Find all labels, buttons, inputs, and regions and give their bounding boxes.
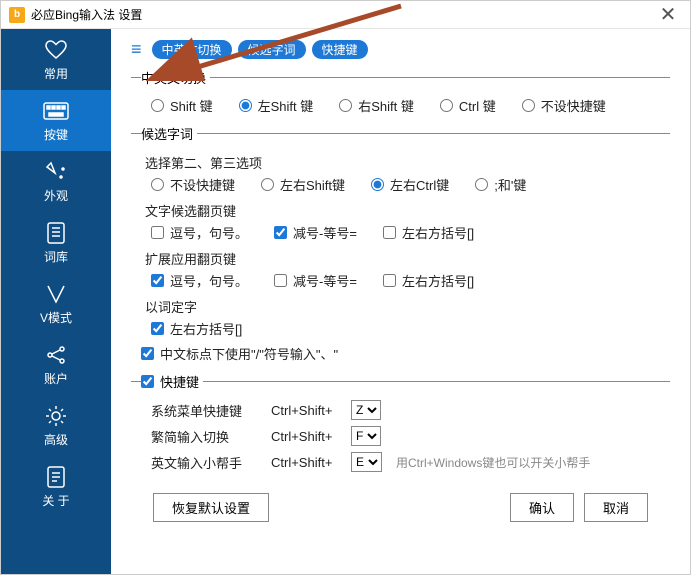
heart-icon <box>42 39 70 61</box>
cancel-button[interactable]: 取消 <box>584 493 648 522</box>
combo-prefix: Ctrl+Shift+ <box>271 403 351 418</box>
check-minus-equals-ext[interactable]: 减号-等号= <box>274 271 357 290</box>
radio-semicolon-quote[interactable]: ;和'键 <box>475 175 526 194</box>
check-brackets[interactable]: 左右方括号[] <box>383 223 474 242</box>
radio-lr-ctrl[interactable]: 左右Ctrl键 <box>371 175 449 194</box>
check-brackets-ext[interactable]: 左右方括号[] <box>383 271 474 290</box>
share-icon <box>42 344 70 366</box>
select-eng-helper-key[interactable]: E <box>351 452 382 472</box>
section-legend: 候选字词 <box>141 124 197 143</box>
radio-none-hotkey[interactable]: 不设快捷键 <box>151 175 235 194</box>
hamburger-icon[interactable]: ≡ <box>131 39 142 60</box>
hint-eng-helper: 用Ctrl+Windows键也可以开关小帮手 <box>396 454 590 471</box>
ok-button[interactable]: 确认 <box>510 493 574 522</box>
sidebar: 常用 按键 外观 词库 V模式 账户 <box>1 29 111 574</box>
titlebar: b 必应Bing输入法 设置 ✕ <box>1 1 690 29</box>
label-trad-simp-hotkey: 繁简输入切换 <box>151 427 271 446</box>
radio-lr-shift[interactable]: 左右Shift键 <box>261 175 345 194</box>
select-trad-simp-key[interactable]: F <box>351 426 381 446</box>
radio-shift[interactable]: Shift 键 <box>151 96 213 115</box>
combo-prefix: Ctrl+Shift+ <box>271 455 351 470</box>
v-icon <box>42 283 70 305</box>
check-comma-period[interactable]: 逗号，句号。 <box>151 223 248 242</box>
sidebar-item-keys[interactable]: 按键 <box>1 90 111 151</box>
bing-logo-icon: b <box>9 7 25 23</box>
sidebar-label: 词库 <box>44 248 68 265</box>
footer: 恢复默认设置 确认 取消 <box>131 479 670 538</box>
combo-prefix: Ctrl+Shift+ <box>271 429 351 444</box>
sidebar-item-advanced[interactable]: 高级 <box>1 395 111 456</box>
sidebar-item-common[interactable]: 常用 <box>1 29 111 90</box>
check-comma-period-ext[interactable]: 逗号，句号。 <box>151 271 248 290</box>
section-hotkey: 快捷键 系统菜单快捷键 Ctrl+Shift+ Z 繁简输入切换 Ctrl+Sh… <box>131 372 670 475</box>
sidebar-label: 关 于 <box>42 492 69 509</box>
check-enable-hotkeys[interactable]: 快捷键 <box>141 372 199 391</box>
book-icon <box>42 222 70 244</box>
sidebar-label: 按键 <box>44 126 68 143</box>
sparkle-icon <box>42 161 70 183</box>
gear-icon <box>42 405 70 427</box>
sidebar-label: V模式 <box>40 309 72 326</box>
radio-right-shift[interactable]: 右Shift 键 <box>339 96 414 115</box>
select-sysmenu-key[interactable]: Z <box>351 400 381 420</box>
radio-none[interactable]: 不设快捷键 <box>522 96 606 115</box>
sidebar-item-about[interactable]: 关 于 <box>1 456 111 517</box>
tab-cn-en-switch[interactable]: 中英文切换 <box>152 40 232 59</box>
label-eng-helper-hotkey: 英文输入小帮手 <box>151 453 271 472</box>
check-punct-slash[interactable]: 中文标点下使用"/"符号输入"、" <box>141 344 338 363</box>
sidebar-label: 常用 <box>44 65 68 82</box>
tab-candidate[interactable]: 候选字词 <box>238 40 306 59</box>
window-title: 必应Bing输入法 设置 <box>31 6 142 23</box>
tab-hotkey[interactable]: 快捷键 <box>312 40 368 59</box>
subhead-ext-paging: 扩展应用翻页键 <box>141 245 670 268</box>
restore-defaults-button[interactable]: 恢复默认设置 <box>153 493 269 522</box>
section-legend: 中英文切换 <box>141 68 210 87</box>
content-panel: ≡ 中英文切换 候选字词 快捷键 中英文切换 Shift 键 左Shift 键 … <box>111 29 690 574</box>
section-cn-en-switch: 中英文切换 Shift 键 左Shift 键 右Shift 键 Ctrl 键 不… <box>131 68 670 118</box>
sidebar-label: 账户 <box>44 370 68 387</box>
document-icon <box>42 466 70 488</box>
keyboard-icon <box>42 100 70 122</box>
close-button[interactable]: ✕ <box>654 5 682 25</box>
subhead-23-option: 选择第二、第三选项 <box>141 149 670 172</box>
subhead-word-select: 以词定字 <box>141 293 670 316</box>
radio-ctrl[interactable]: Ctrl 键 <box>440 96 496 115</box>
sidebar-item-account[interactable]: 账户 <box>1 334 111 395</box>
radio-left-shift[interactable]: 左Shift 键 <box>239 96 314 115</box>
section-candidate: 候选字词 选择第二、第三选项 不设快捷键 左右Shift键 左右Ctrl键 ;和… <box>131 124 670 366</box>
sidebar-label: 高级 <box>44 431 68 448</box>
sidebar-item-vmode[interactable]: V模式 <box>1 273 111 334</box>
section-legend-hotkey: 快捷键 <box>141 372 203 391</box>
subhead-text-paging: 文字候选翻页键 <box>141 197 670 220</box>
sidebar-item-appearance[interactable]: 外观 <box>1 151 111 212</box>
section-tabs: ≡ 中英文切换 候选字词 快捷键 <box>131 39 670 60</box>
check-minus-equals[interactable]: 减号-等号= <box>274 223 357 242</box>
check-word-brackets[interactable]: 左右方括号[] <box>151 319 242 338</box>
label-sysmenu-hotkey: 系统菜单快捷键 <box>151 401 271 420</box>
sidebar-item-dictionary[interactable]: 词库 <box>1 212 111 273</box>
sidebar-label: 外观 <box>44 187 68 204</box>
